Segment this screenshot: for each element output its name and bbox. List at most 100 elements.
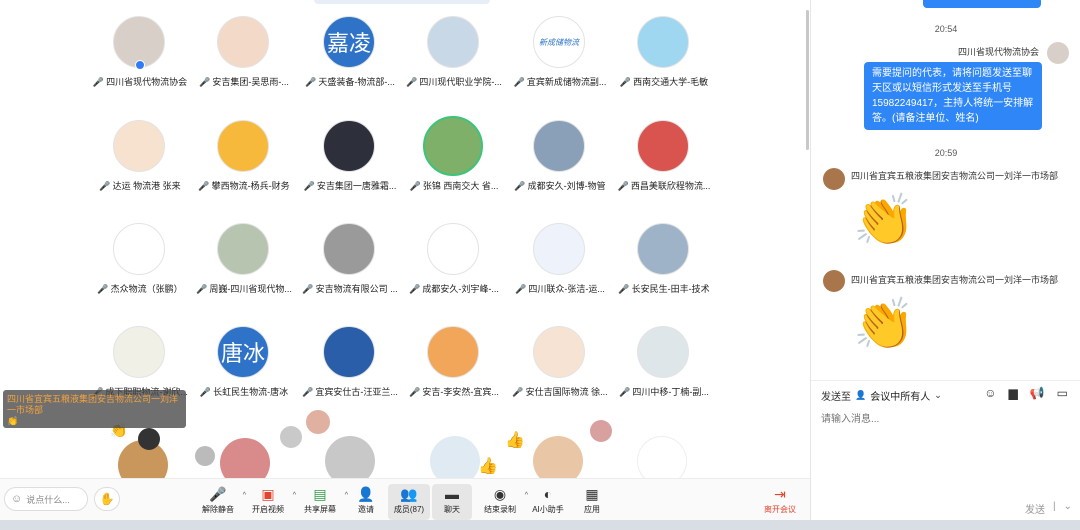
- participant-grid: 🎤 四川省现代物流协会 🎤 安吉集团-吴思雨-... 嘉凌 🎤 天盛装备-物流部-... 🎤 四…: [0, 0, 810, 478]
- os-taskbar: [0, 520, 1080, 530]
- say-something-input[interactable]: ☺ 说点什么...: [4, 487, 88, 511]
- leave-meeting-button[interactable]: ⇥ 离开会议: [758, 484, 802, 520]
- members-button[interactable]: 👥 成员(87): [388, 484, 430, 520]
- participant-tile[interactable]: 新成储物流 🎤 宜宾新成储物流副...: [508, 0, 612, 90]
- raise-hand-button[interactable]: ✋: [94, 487, 120, 511]
- sender-avatar: [823, 270, 845, 292]
- megaphone-icon[interactable]: 📢: [1030, 386, 1045, 400]
- mic-muted-icon: 🎤: [515, 284, 527, 294]
- participant-tile[interactable]: 🎤 长安民生-田丰-技术: [612, 207, 716, 297]
- participant-tile[interactable]: 🎤 成都安久-刘宇峰-...: [402, 207, 506, 297]
- participant-avatar: [113, 223, 165, 275]
- participant-avatar: 嘉凌: [323, 16, 375, 68]
- members-label: 成员(87): [393, 505, 425, 514]
- sender-avatar: [1047, 42, 1069, 64]
- participant-tile[interactable]: 🎤 张锦 西南交大 省...: [402, 104, 506, 194]
- mic-muted-icon: 🎤: [617, 181, 629, 191]
- chevron-down-icon: ⌄: [934, 390, 942, 400]
- participant-name: 安吉-李安然-宜宾...: [422, 387, 499, 397]
- mic-muted-icon: 🎤: [99, 181, 111, 191]
- participant-tile[interactable]: 🎤成下职职物流-谢欣...: [88, 310, 192, 400]
- more-chat-icon[interactable]: ▭: [1057, 386, 1068, 400]
- share-screen-button[interactable]: ▤ 共享屏幕 ^: [298, 484, 348, 520]
- message-sender: 四川省宜宾五粮液集团安吉物流公司一刘洋一市场部: [851, 171, 1059, 181]
- grid-scrollbar[interactable]: [806, 10, 809, 150]
- mic-muted-icon: 🎤: [97, 284, 109, 294]
- participant-avatar: [533, 120, 585, 172]
- emoji-icon[interactable]: ☺: [984, 386, 996, 400]
- participant-name: 四川省现代物流协会: [106, 77, 188, 87]
- participant-avatar: [217, 16, 269, 68]
- record-button[interactable]: ◉ 结束录制 ^: [478, 484, 528, 520]
- participant-tile[interactable]: 🎤 安吉-李安然-宜宾...: [402, 310, 506, 400]
- avatar-text: 唐冰: [220, 341, 265, 366]
- participant-tile[interactable]: 唐冰 🎤 长虹民生物流-唐冰: [192, 310, 296, 400]
- members-icon: 👥: [400, 486, 418, 502]
- previous-message-bubble: [923, 0, 1041, 8]
- participant-tile[interactable]: 🎤 四川省现代物流协会: [88, 0, 192, 90]
- participant-tile[interactable]: 🎤 西南交通大学-毛敏: [612, 0, 716, 90]
- participant-avatar: [637, 326, 689, 378]
- chat-message-list[interactable]: 20:54 四川省现代物流协会 需要提问的代表，请将问题发送至聊天区或以短信形式…: [811, 0, 1080, 380]
- apps-button[interactable]: ▦ 应用: [570, 484, 614, 520]
- ai-label: AI小助手: [532, 505, 564, 514]
- chat-button[interactable]: ▬ 聊天: [432, 484, 472, 520]
- chevron-down-icon[interactable]: ⌄: [1064, 501, 1072, 516]
- person-icon: 👤: [855, 390, 867, 400]
- participant-tile[interactable]: 🎤 四川现代职业学院-...: [402, 0, 506, 90]
- participant-tile[interactable]: 🎤 安仕吉国际物流 徐...: [508, 310, 612, 400]
- timestamp: 20:59: [934, 148, 958, 158]
- folder-icon[interactable]: ▆: [1008, 386, 1017, 400]
- ai-assistant-button[interactable]: ◐ AI小助手: [526, 484, 570, 520]
- chat-tools: ☺ ▆ 📢 ▭: [984, 386, 1068, 400]
- mic-muted-icon: 🎤: [196, 284, 208, 294]
- partial-avatar: [590, 420, 612, 442]
- participant-tile[interactable]: 🎤 成都安久-刘博-物管: [508, 104, 612, 194]
- participant-tile[interactable]: 🎤 四川中移-丁楠-副...: [612, 310, 716, 400]
- send-to-label: 发送至: [821, 392, 851, 403]
- participant-tile[interactable]: 🎤 杰众物流（张鹏）: [88, 207, 192, 297]
- partial-avatar: [138, 428, 160, 450]
- participant-tile[interactable]: 🎤 安吉集团-吴思雨-...: [192, 0, 296, 90]
- message-sender: 四川省现代物流协会: [957, 47, 1039, 57]
- mic-muted-icon: 🎤: [512, 387, 524, 397]
- participant-avatar: [323, 326, 375, 378]
- mic-muted-icon: 🎤: [302, 387, 314, 397]
- participant-avatar: [637, 120, 689, 172]
- send-button[interactable]: 发送: [1025, 501, 1045, 516]
- participant-avatar: 唐冰: [217, 326, 269, 378]
- message-input[interactable]: [821, 410, 1071, 490]
- partial-avatar: [280, 426, 302, 448]
- participant-avatar: [533, 326, 585, 378]
- participant-tile[interactable]: 🎤 四川联众-张洁-运...: [508, 207, 612, 297]
- participant-name: 四川联众-张洁-运...: [528, 284, 605, 294]
- thumbs-up-icon: 👍: [478, 458, 498, 475]
- participant-avatar: [323, 223, 375, 275]
- mic-muted-icon: 🎤: [199, 387, 212, 397]
- add-user-icon: 👤: [357, 486, 375, 502]
- participant-tile[interactable]: 🎤 攀西物流-杨兵-财务: [192, 104, 296, 194]
- message-sender: 四川省宜宾五粮液集团安吉物流公司一刘洋一市场部: [851, 275, 1059, 285]
- invite-button[interactable]: 👤 邀请: [344, 484, 388, 520]
- chat-label: 聊天: [444, 505, 460, 514]
- clap-emoji: 👏: [853, 192, 916, 248]
- floating-chat-message[interactable]: 四川省宜宾五粮液集团安吉物流公司一刘洋一市场部 👏: [3, 390, 186, 428]
- participant-name: 安仕吉国际物流 徐...: [525, 387, 608, 397]
- clap-emoji: 👏: [853, 296, 916, 352]
- participant-tile[interactable]: 🎤 西昌美联欣程物流...: [612, 104, 716, 194]
- participant-name: 成都安久-刘博-物管: [527, 181, 606, 191]
- send-to-selector[interactable]: 发送至 👤 会议中所有人 ⌄: [821, 388, 942, 403]
- smiley-icon: ☺: [11, 493, 23, 505]
- chevron-up-icon[interactable]: ^: [293, 492, 296, 499]
- participant-tile[interactable]: 嘉凌 🎤 天盛装备-物流部-...: [298, 0, 402, 90]
- participant-tile[interactable]: 🎤 安吉集团一唐雅霜...: [298, 104, 402, 194]
- participant-tile[interactable]: 🎤 周巍-四川省现代物...: [192, 207, 296, 297]
- participant-tile[interactable]: 🎤 安吉物流有限公司 ...: [298, 207, 402, 297]
- send-area: 发送 | ⌄: [1025, 501, 1072, 516]
- participant-tile[interactable]: 🎤 宜宾安仕古-汪亚兰...: [298, 310, 402, 400]
- host-badge-icon: [135, 60, 145, 70]
- mic-muted-icon: 🎤: [513, 77, 525, 87]
- video-button[interactable]: ▣ 开启视频 ^: [246, 484, 296, 520]
- mute-button[interactable]: 🎤 解除静音 ^: [196, 484, 246, 520]
- participant-tile[interactable]: 🎤 达运 物流港 张来: [88, 104, 192, 194]
